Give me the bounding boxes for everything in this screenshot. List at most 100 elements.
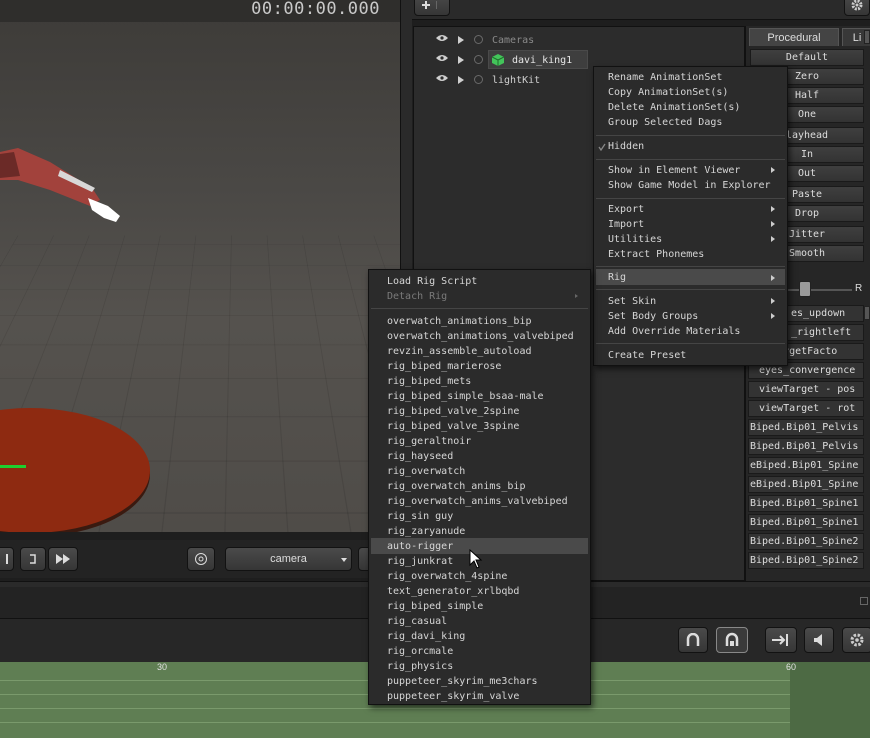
rig-script-item[interactable]: rig_biped_valve_3spine (387, 419, 519, 434)
eye-icon[interactable] (436, 34, 448, 42)
track-line (0, 708, 790, 709)
control-row[interactable]: Biped.Bip01_Pelvis (748, 438, 864, 455)
add-button[interactable] (414, 0, 450, 16)
rig-script-item[interactable]: rig_physics (387, 659, 453, 674)
outliner-row-cameras[interactable]: Cameras (414, 30, 744, 50)
menu-item-body-groups[interactable]: Set Body Groups (608, 309, 698, 324)
menu-item-utilities[interactable]: Utilities (608, 232, 662, 247)
rig-script-item[interactable]: rig_overwatch_anims_valvebiped (387, 494, 568, 509)
expand-arrow-icon[interactable] (458, 36, 464, 44)
control-row[interactable]: Biped.Bip01_Spine1 (748, 514, 864, 531)
rig-script-item[interactable]: rig_biped_simple_bsaa-male (387, 389, 544, 404)
menu-item-copy[interactable]: Copy AnimationSet(s) (608, 85, 728, 100)
submenu-arrow-icon (771, 313, 775, 319)
rig-script-item[interactable]: rig_biped_mets (387, 374, 471, 389)
rig-script-item[interactable]: rig_overwatch_anims_bip (387, 479, 525, 494)
timeline-settings-button[interactable] (842, 627, 870, 653)
gizmo-axis[interactable] (0, 465, 26, 468)
character-model[interactable] (0, 140, 130, 235)
gear-icon (850, 633, 864, 647)
rig-script-item[interactable]: rig_zaryanude (387, 524, 465, 539)
default-button[interactable]: Default (750, 49, 864, 66)
panel-scroll-marker[interactable] (864, 306, 870, 320)
rig-script-item[interactable]: rig_casual (387, 614, 447, 629)
eye-icon[interactable] (436, 54, 448, 62)
target-button[interactable] (187, 547, 215, 571)
menu-item-rig[interactable]: Rig (608, 270, 626, 285)
rig-script-item[interactable]: rig_biped_simple (387, 599, 483, 614)
menu-item-hidden[interactable]: Hidden (608, 139, 644, 154)
rig-script-item[interactable]: puppeteer_skyrim_valve (387, 689, 519, 704)
rig-script-item[interactable]: auto-rigger (387, 539, 453, 554)
control-row[interactable]: Biped.Bip01_Spine2 (748, 533, 864, 550)
menu-item-explorer[interactable]: Show Game Model in Explorer (608, 178, 771, 193)
control-row[interactable]: viewTarget - rot (748, 400, 864, 417)
audio-button[interactable] (804, 627, 834, 653)
control-row[interactable]: Biped.Bip01_Pelvis (748, 419, 864, 436)
menu-item-override-materials[interactable]: Add Override Materials (608, 324, 740, 339)
rig-script-item[interactable]: rig_hayseed (387, 449, 453, 464)
control-row[interactable]: Biped.Bip01_Spine1 (748, 495, 864, 512)
group-add-icon (474, 35, 483, 44)
menu-item-set-skin[interactable]: Set Skin (608, 294, 656, 309)
menu-item-create-preset[interactable]: Create Preset (608, 348, 686, 363)
fast-forward-button[interactable] (48, 547, 78, 571)
group-add-icon (474, 75, 483, 84)
prev-frame-button[interactable] (0, 547, 14, 571)
frame-tick-label: 60 (786, 662, 797, 672)
panel-scroll-marker[interactable] (864, 30, 870, 44)
expand-arrow-icon[interactable] (458, 76, 464, 84)
rig-script-item[interactable]: overwatch_animations_bip (387, 314, 532, 329)
panel-toggle-icon[interactable] (860, 597, 868, 605)
3d-viewport[interactable]: 00:00:00.000 (0, 0, 400, 532)
menu-item-delete[interactable]: Delete AnimationSet(s) (608, 100, 740, 115)
checkmark-icon (598, 143, 606, 151)
rig-script-item[interactable]: rig_overwatch (387, 464, 465, 479)
menu-item-extract-phonemes[interactable]: Extract Phonemes (608, 247, 704, 262)
rig-submenu: Load Rig Script Detach Rig overwatch_ani… (368, 269, 591, 705)
rig-script-item[interactable]: revzin_assemble_autoload (387, 344, 532, 359)
rig-script-item[interactable]: rig_biped_marierose (387, 359, 501, 374)
camera-select[interactable]: camera (225, 547, 352, 571)
magnet-icon (686, 633, 700, 646)
menu-item-import[interactable]: Import (608, 217, 644, 232)
step-back-icon (6, 554, 8, 564)
menu-item-rename[interactable]: Rename AnimationSet (608, 70, 722, 85)
menu-separator (596, 289, 785, 290)
submenu-arrow-icon (771, 221, 775, 227)
rig-script-item[interactable]: rig_sin guy (387, 509, 453, 524)
snap-button[interactable] (716, 627, 748, 653)
mouse-cursor-icon (469, 549, 483, 569)
rig-script-item[interactable]: rig_biped_valve_2spine (387, 404, 519, 419)
goto-end-button[interactable] (765, 627, 797, 653)
magnet-button[interactable] (678, 627, 708, 653)
submenu-arrow-icon (771, 167, 775, 173)
rig-script-item[interactable]: rig_orcmale (387, 644, 453, 659)
control-row[interactable]: Biped.Bip01_Spine2 (748, 552, 864, 569)
rig-script-item[interactable]: overwatch_animations_valvebiped (387, 329, 574, 344)
menu-item-group-dags[interactable]: Group Selected Dags (608, 115, 722, 130)
control-row[interactable]: viewTarget - pos (748, 381, 864, 398)
tab-procedural[interactable]: Procedural (749, 28, 839, 46)
control-row[interactable]: eBiped.Bip01_Spine (748, 457, 864, 474)
settings-button[interactable] (844, 0, 870, 16)
rig-script-item[interactable]: rig_davi_king (387, 629, 465, 644)
menu-item-load-rig-script[interactable]: Load Rig Script (387, 274, 477, 289)
menu-item-export[interactable]: Export (608, 202, 644, 217)
rig-script-item[interactable]: rig_geraltnoir (387, 434, 471, 449)
menu-item-element-viewer[interactable]: Show in Element Viewer (608, 163, 740, 178)
rig-script-item[interactable]: rig_overwatch_4spine (387, 569, 507, 584)
rig-script-item[interactable]: rig_junkrat (387, 554, 453, 569)
control-row[interactable]: eBiped.Bip01_Spine (748, 476, 864, 493)
stop-button[interactable] (20, 547, 46, 571)
expand-arrow-icon[interactable] (458, 56, 464, 64)
track-line (0, 722, 790, 723)
submenu-arrow-icon (771, 236, 775, 242)
rig-script-item[interactable]: text_generator_xrlbqbd (387, 584, 519, 599)
eye-icon[interactable] (436, 74, 448, 82)
blend-slider-handle[interactable] (799, 281, 811, 297)
frame-tick-label: 30 (157, 662, 168, 672)
fast-forward-icon (56, 554, 70, 564)
rig-script-item[interactable]: puppeteer_skyrim_me3chars (387, 674, 538, 689)
outliner-label: lightKit (492, 74, 541, 86)
